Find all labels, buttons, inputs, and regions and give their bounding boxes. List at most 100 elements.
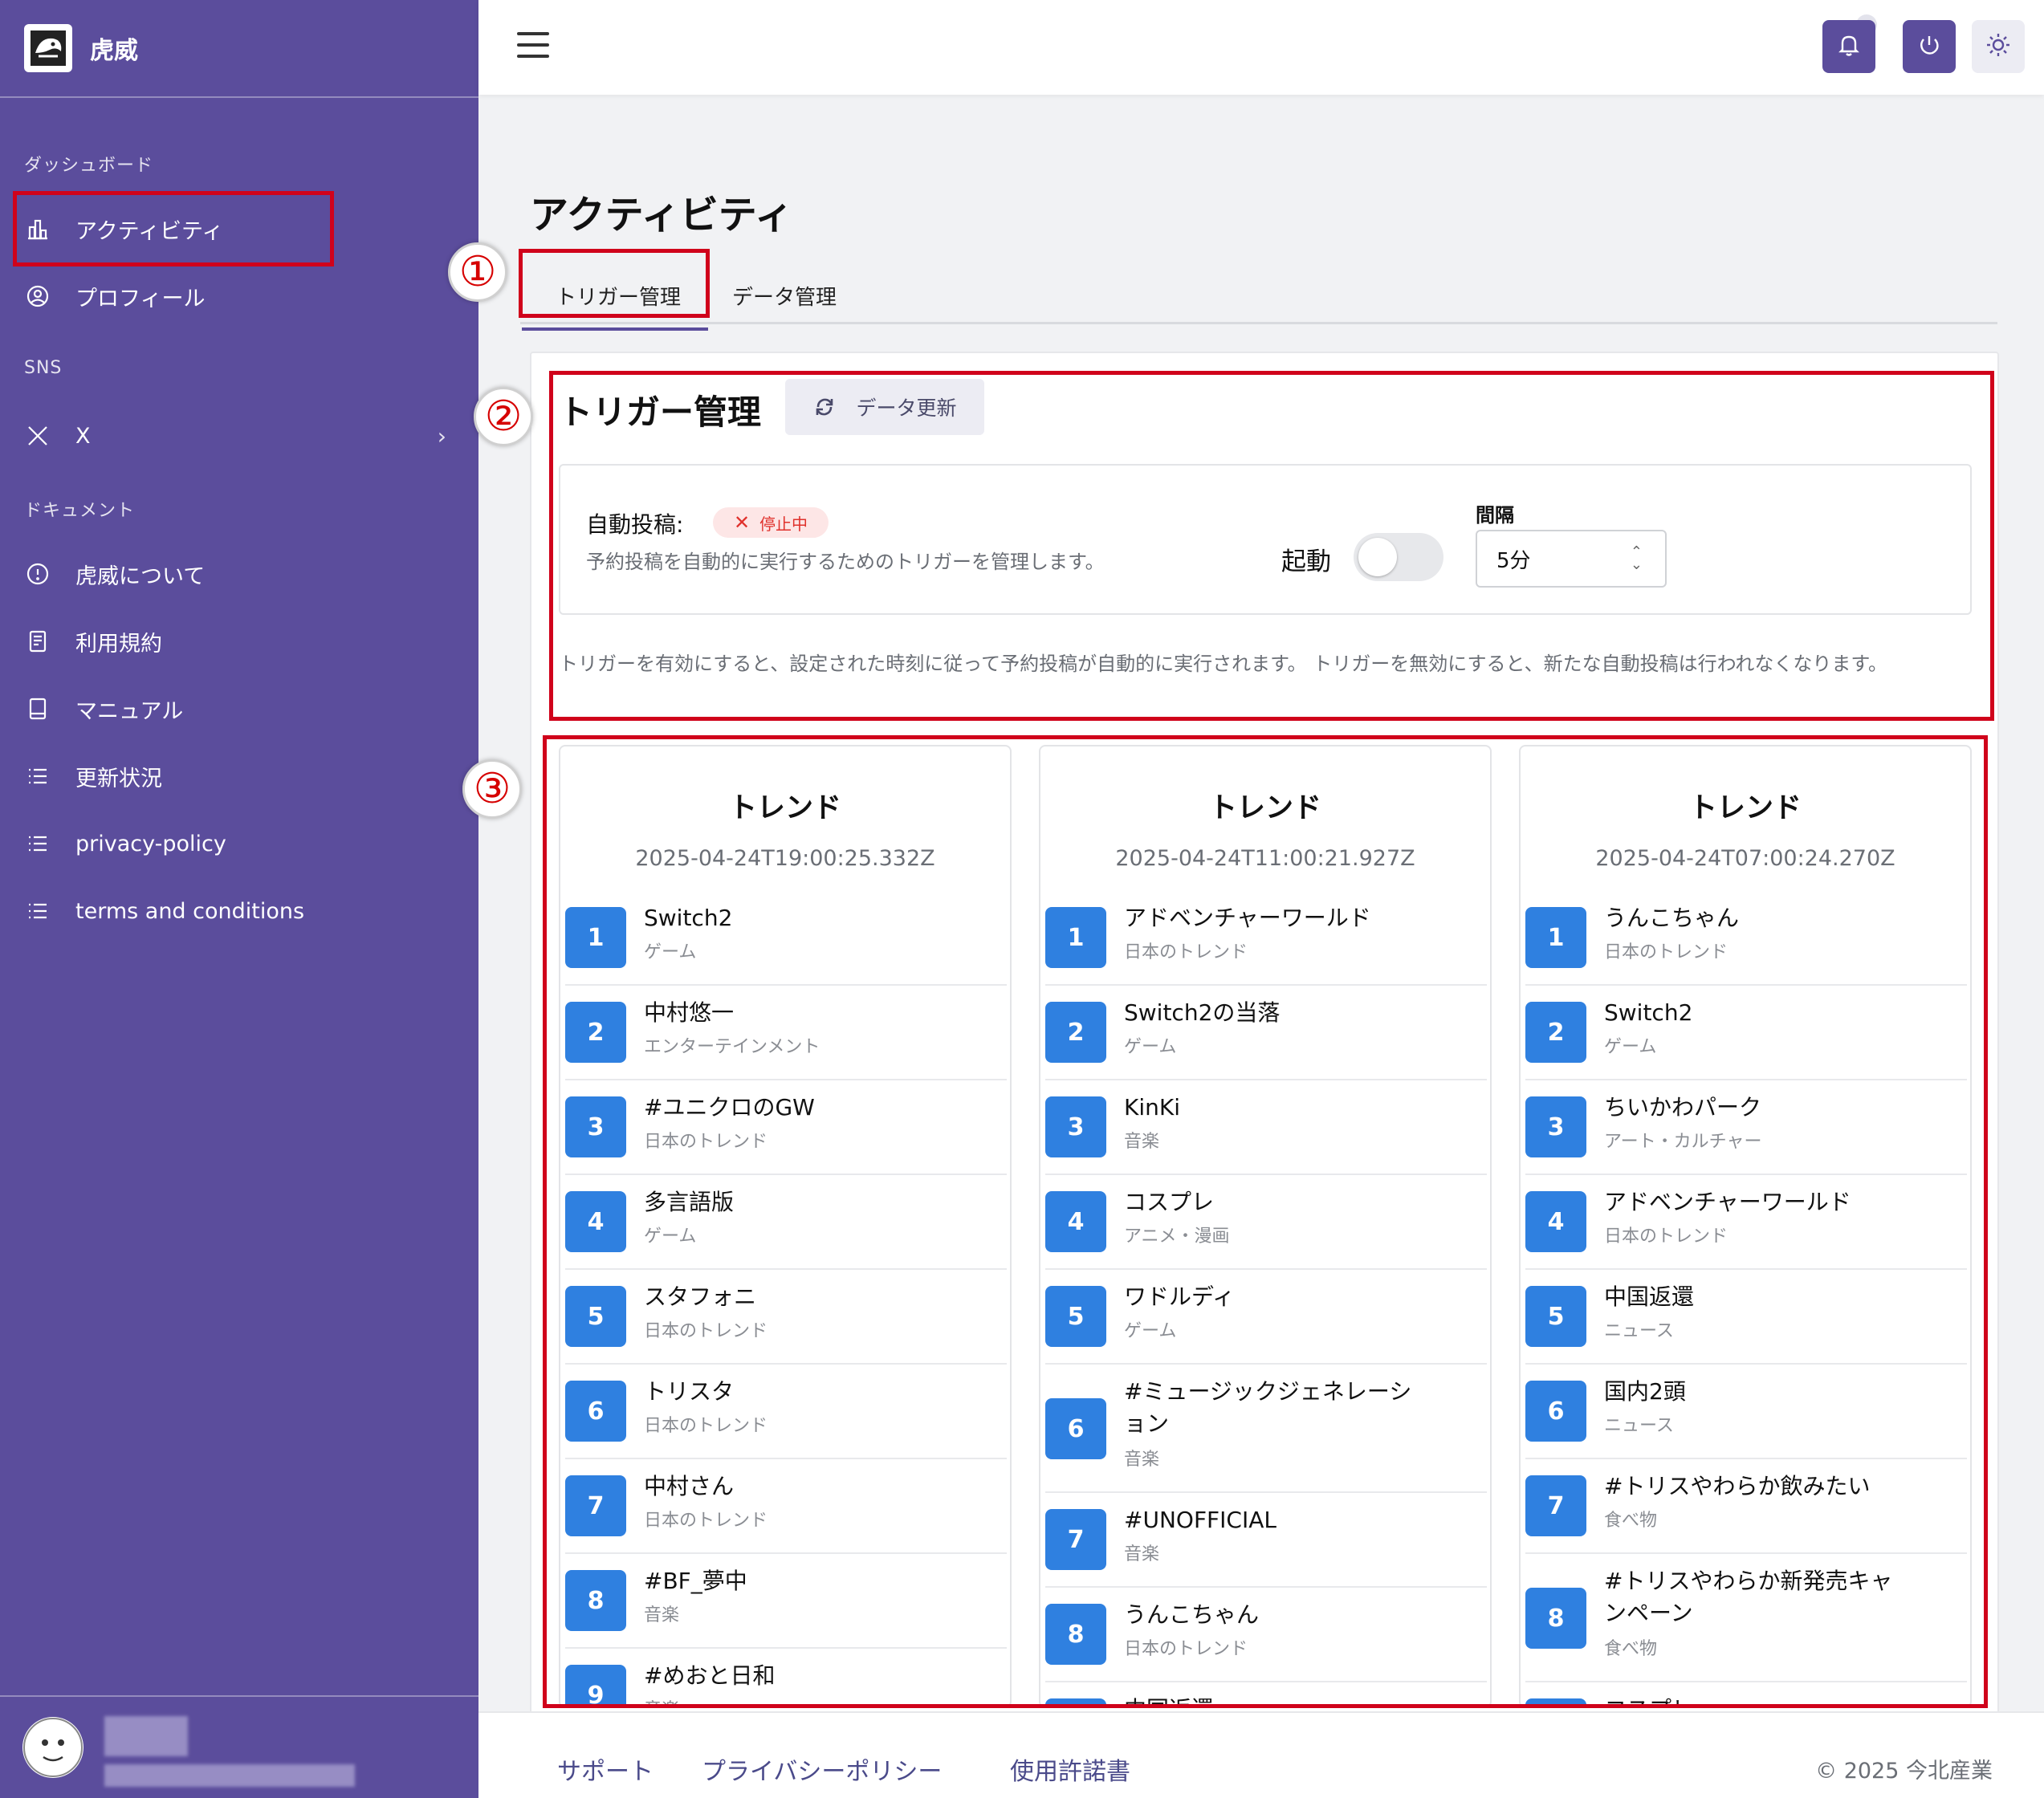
trigger-section-title: トリガー管理 [559,393,762,432]
annotation-marker-2: ② [474,387,533,446]
trend-row[interactable]: 1 うんこちゃん 日本のトレンド [1525,891,1967,986]
trend-row[interactable]: 7 #トリスやわらか飲みたい 食べ物 [1525,1459,1967,1554]
tab-data-management[interactable]: データ管理 [732,281,837,311]
trend-row[interactable]: 2 中村悠一 エンターテインメント [565,986,1007,1080]
brand-name: 虎威 [90,37,138,65]
trend-row[interactable]: 2 Switch2 ゲーム [1525,986,1967,1080]
trend-row[interactable]: 5 ワドルディ ゲーム [1045,1270,1487,1365]
trend-row[interactable]: 8 #BF_夢中 音楽 [565,1554,1007,1649]
rank-badge: 8 [565,1570,626,1631]
trend-row[interactable]: 3 KinKi 音楽 [1045,1080,1487,1175]
trend-row[interactable]: 9 中国返還 [1045,1682,1487,1706]
auto-post-toggle[interactable] [1354,533,1443,581]
bell-icon [1835,31,1863,62]
trend-row[interactable]: 4 多言語版 ゲーム [565,1175,1007,1270]
trend-row[interactable]: 6 トリスタ 日本のトレンド [565,1365,1007,1459]
rank-badge: 6 [1045,1398,1106,1459]
rank-badge: 4 [1045,1191,1106,1252]
sidebar-item-terms-and-conditions[interactable]: terms and conditions [0,883,478,939]
notification-button[interactable] [1822,20,1875,73]
trend-row[interactable]: 2 Switch2の当落 ゲーム [1045,986,1487,1080]
trend-row[interactable]: 1 アドベンチャーワールド 日本のトレンド [1045,891,1487,986]
section-dashboard: ダッシュボード [24,156,154,176]
trend-name: ワドルディ [1124,1283,1236,1310]
section-docs: ドキュメント [24,501,136,521]
trend-row[interactable]: 3 #ユニクロのGW 日本のトレンド [565,1080,1007,1175]
trend-row[interactable]: 3 ちいかわパーク アート・カルチャー [1525,1080,1967,1175]
user-circle-icon [22,281,53,311]
trend-category: 日本のトレンド [644,1132,768,1152]
trend-row[interactable]: 5 スタフォニ 日本のトレンド [565,1270,1007,1365]
theme-toggle-button[interactable] [1972,20,2025,73]
trend-category: 音楽 [1124,1544,1160,1564]
trend-name: うんこちゃん [1604,905,1740,931]
trend-name: Switch2 [644,905,733,931]
trend-row[interactable]: 7 中村さん 日本のトレンド [565,1459,1007,1554]
user-profile-area[interactable] [0,1695,478,1798]
footer-link-license[interactable]: 使用許諾書 [1010,1751,1130,1787]
trend-category: 日本のトレンド [1604,942,1728,962]
hamburger-menu-icon[interactable] [517,32,549,61]
interval-label: 間隔 [1476,504,1514,527]
trend-category: アニメ・漫画 [1124,1226,1230,1247]
sidebar-item-activity[interactable]: アクティビティ [0,201,478,257]
trend-category: 日本のトレンド [1124,1639,1248,1659]
rank-badge: 6 [565,1381,626,1442]
tab-trigger-management[interactable]: トリガー管理 [521,281,709,331]
data-refresh-button[interactable]: データ更新 [785,379,984,435]
trend-category: 日本のトレンド [644,1511,768,1531]
sidebar-item-label: privacy-policy [75,831,226,856]
sidebar-item-updates[interactable]: 更新状況 [0,748,478,804]
rank-badge: 4 [565,1191,626,1252]
trend-row[interactable]: 9 #めおと日和音楽 [565,1649,1007,1706]
list-icon [22,761,53,791]
annotation-marker-3: ③ [462,759,522,819]
footer-link-privacy-policy[interactable]: プライバシーポリシー [702,1751,942,1787]
trend-timestamp: 2025-04-24T11:00:21.927Z [1115,846,1415,871]
rank-badge: 2 [1525,1002,1586,1063]
close-icon: ✕ [733,511,751,534]
trend-row[interactable]: 6 #ミュージックジェネレーション 音楽 [1045,1365,1487,1493]
blurred-user-email [104,1764,355,1787]
trend-row[interactable]: 8 #トリスやわらか新発売キャンペーン 食べ物 [1525,1554,1967,1682]
logout-button[interactable] [1903,20,1956,73]
sidebar-item-manual[interactable]: マニュアル [0,681,478,737]
trend-title: トレンド [1208,792,1321,824]
trend-column-2: トレンド 2025-04-24T11:00:21.927Z 1 アドベンチャーワー… [1039,745,1492,1708]
sidebar-item-about[interactable]: 虎威について [0,546,478,602]
trend-name: Switch2 [1604,999,1693,1026]
trend-row[interactable]: 5 中国返還 ニュース [1525,1270,1967,1365]
trend-name: 中村悠一 [644,999,735,1026]
footer-link-support[interactable]: サポート [557,1751,654,1787]
trend-category: アート・カルチャー [1604,1132,1762,1152]
trend-category: 音楽 [644,1695,679,1706]
trend-row[interactable]: 4 アドベンチャーワールド 日本のトレンド [1525,1175,1967,1270]
sidebar-item-terms[interactable]: 利用規約 [0,613,478,669]
list-icon [22,828,53,859]
trend-category: 音楽 [644,1605,680,1625]
trend-row[interactable]: 8 うんこちゃん 日本のトレンド [1045,1588,1487,1682]
trend-row[interactable]: 1 Switch2 ゲーム [565,891,1007,986]
trend-name: Switch2の当落 [1124,999,1281,1026]
brand[interactable]: 虎威 [0,0,478,98]
trend-category: ゲーム [1124,1321,1177,1341]
blurred-username [104,1716,188,1756]
trend-name: アドベンチャーワールド [1604,1189,1851,1215]
sidebar-item-x[interactable]: X › [0,408,478,464]
trend-column-1: トレンド 2025-04-24T19:00:25.332Z 1 Switch2 ゲー… [559,745,1012,1708]
trend-row[interactable]: 4 コスプレ アニメ・漫画 [1045,1175,1487,1270]
trend-row[interactable]: 6 国内2頭 ニュース [1525,1365,1967,1459]
trend-name: #ユニクロのGW [644,1094,815,1121]
trend-row[interactable]: 9 コスプレ [1525,1682,1967,1706]
interval-select[interactable]: 5分 ⌃ ⌄ [1476,530,1667,588]
sidebar-item-profile[interactable]: プロフィール [0,268,478,324]
trend-category: ゲーム [644,1226,697,1247]
avatar [22,1717,83,1778]
sun-icon [1985,31,2012,62]
rank-badge: 5 [565,1286,626,1347]
trend-row[interactable]: 7 #UNOFFICIAL 音楽 [1045,1493,1487,1588]
trend-category: 音楽 [1124,1132,1160,1152]
sidebar-item-privacy-policy[interactable]: privacy-policy [0,816,478,872]
rank-badge: 9 [1045,1698,1106,1706]
trend-title: トレンド [728,792,841,824]
